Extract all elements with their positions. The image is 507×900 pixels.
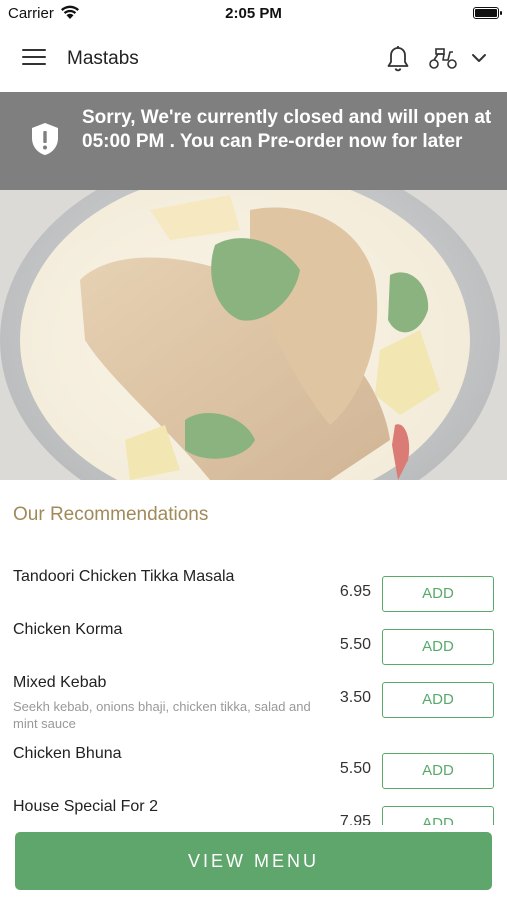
top-nav-bar: Mastabs (0, 28, 507, 92)
menu-item-name: Mixed Kebab (13, 674, 107, 691)
add-to-cart-button[interactable]: ADD (382, 682, 494, 718)
chevron-down-icon[interactable] (471, 52, 487, 64)
menu-item-price: 3.50 (339, 689, 371, 706)
recommendations-list: Tandoori Chicken Tikka Masala 6.95 ADD C… (0, 560, 507, 825)
closed-notice-banner: Sorry, We're currently closed and will o… (0, 92, 507, 190)
menu-item-name: House Special For 2 (13, 798, 158, 815)
add-to-cart-button[interactable]: ADD (382, 629, 494, 665)
menu-item-name: Chicken Korma (13, 621, 123, 638)
shield-alert-icon (32, 123, 58, 155)
menu-item-name: Chicken Bhuna (13, 745, 122, 762)
menu-item-price: 6.95 (339, 583, 371, 600)
add-to-cart-button[interactable]: ADD (382, 753, 494, 789)
status-time: 2:05 PM (225, 5, 282, 22)
hero-food-image (0, 190, 507, 480)
status-bar: Carrier 2:05 PM (0, 0, 507, 28)
hamburger-menu-icon[interactable] (22, 49, 46, 69)
bell-icon[interactable] (386, 45, 410, 73)
scooter-icon[interactable] (428, 47, 458, 71)
menu-item-price: 7.95 (339, 813, 371, 825)
add-to-cart-button[interactable]: ADD (382, 806, 494, 825)
chicken-rice-illustration (0, 190, 507, 480)
closed-notice-message: Sorry, We're currently closed and will o… (82, 107, 492, 152)
menu-item-price: 5.50 (339, 636, 371, 653)
battery-icon (473, 7, 502, 19)
add-to-cart-button[interactable]: ADD (382, 576, 494, 612)
menu-item-name: Tandoori Chicken Tikka Masala (13, 568, 235, 585)
recommendations-heading: Our Recommendations (13, 504, 209, 525)
restaurant-title: Mastabs (67, 48, 139, 69)
menu-item-description: Seekh kebab, onions bhaji, chicken tikka… (13, 699, 311, 731)
view-menu-button[interactable]: VIEW MENU (15, 832, 492, 890)
menu-item-price: 5.50 (339, 760, 371, 777)
